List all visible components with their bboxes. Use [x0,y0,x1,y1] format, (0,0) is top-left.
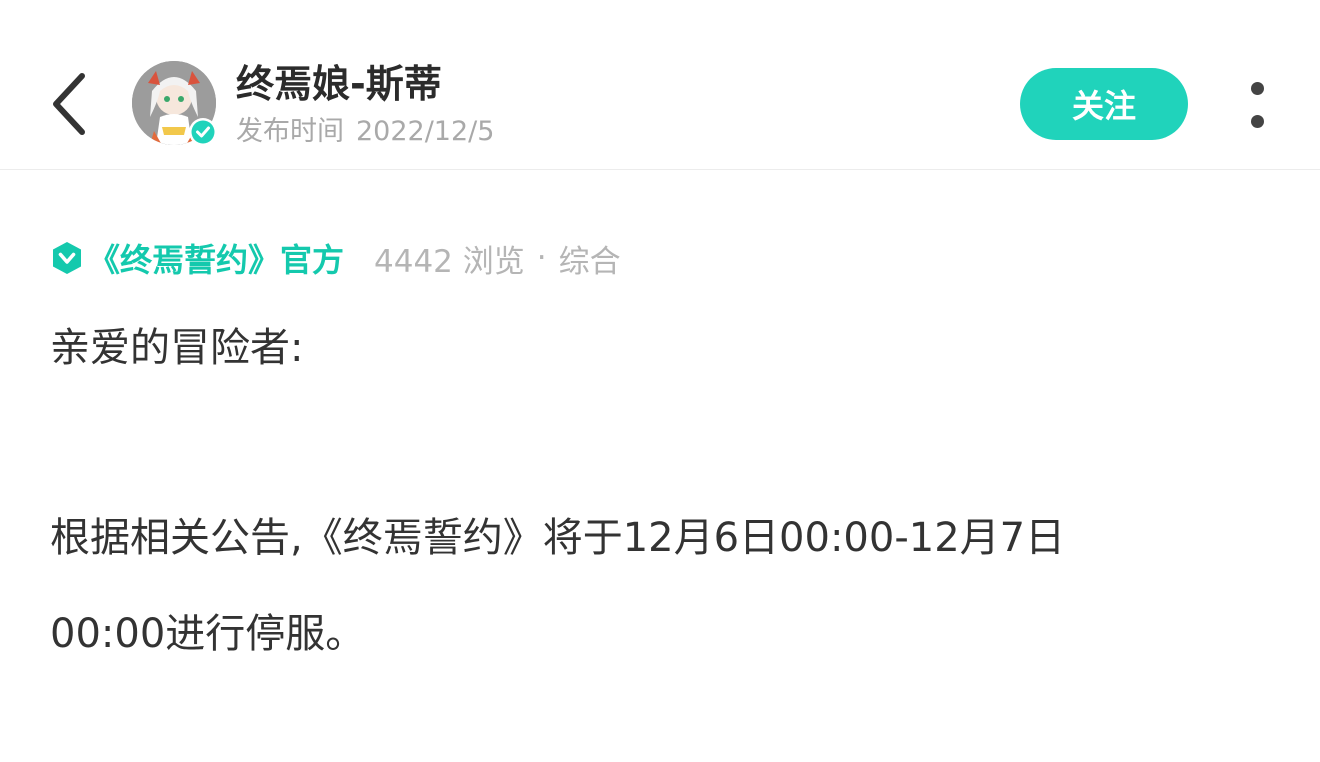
post-greeting: 亲爱的冒险者: [50,325,304,371]
official-account-label[interactable]: 《终焉誓约》官方 [88,235,344,281]
publish-label: 发布时间 [236,116,344,147]
post-body-line: 根据相关公告,《终焉誓约》将于12月6日00:00-12月7日 [50,515,1066,561]
post-category[interactable]: 综合 [559,236,621,281]
view-count: 4442 浏览 [374,243,525,280]
publish-date: 2022/12/5 [356,116,495,147]
publish-time: 发布时间 2022/12/5 [236,114,494,150]
chevron-left-icon [53,73,85,135]
post-body-line: 00:00进行停服。 [50,611,366,657]
meta-separator: · [536,240,547,276]
back-button[interactable] [44,68,96,140]
post-header: 终焉娘-斯蒂 发布时间 2022/12/5 关注 [0,0,1320,170]
verified-check-icon [189,118,217,146]
more-options-button[interactable] [1238,76,1278,134]
author-avatar[interactable] [132,61,217,146]
follow-button[interactable]: 关注 [1020,68,1188,140]
shield-heart-icon [53,242,81,274]
author-name[interactable]: 终焉娘-斯蒂 [236,60,442,108]
post-meta: 《终焉誓约》官方 4442 浏览 · 综合 [50,234,621,282]
